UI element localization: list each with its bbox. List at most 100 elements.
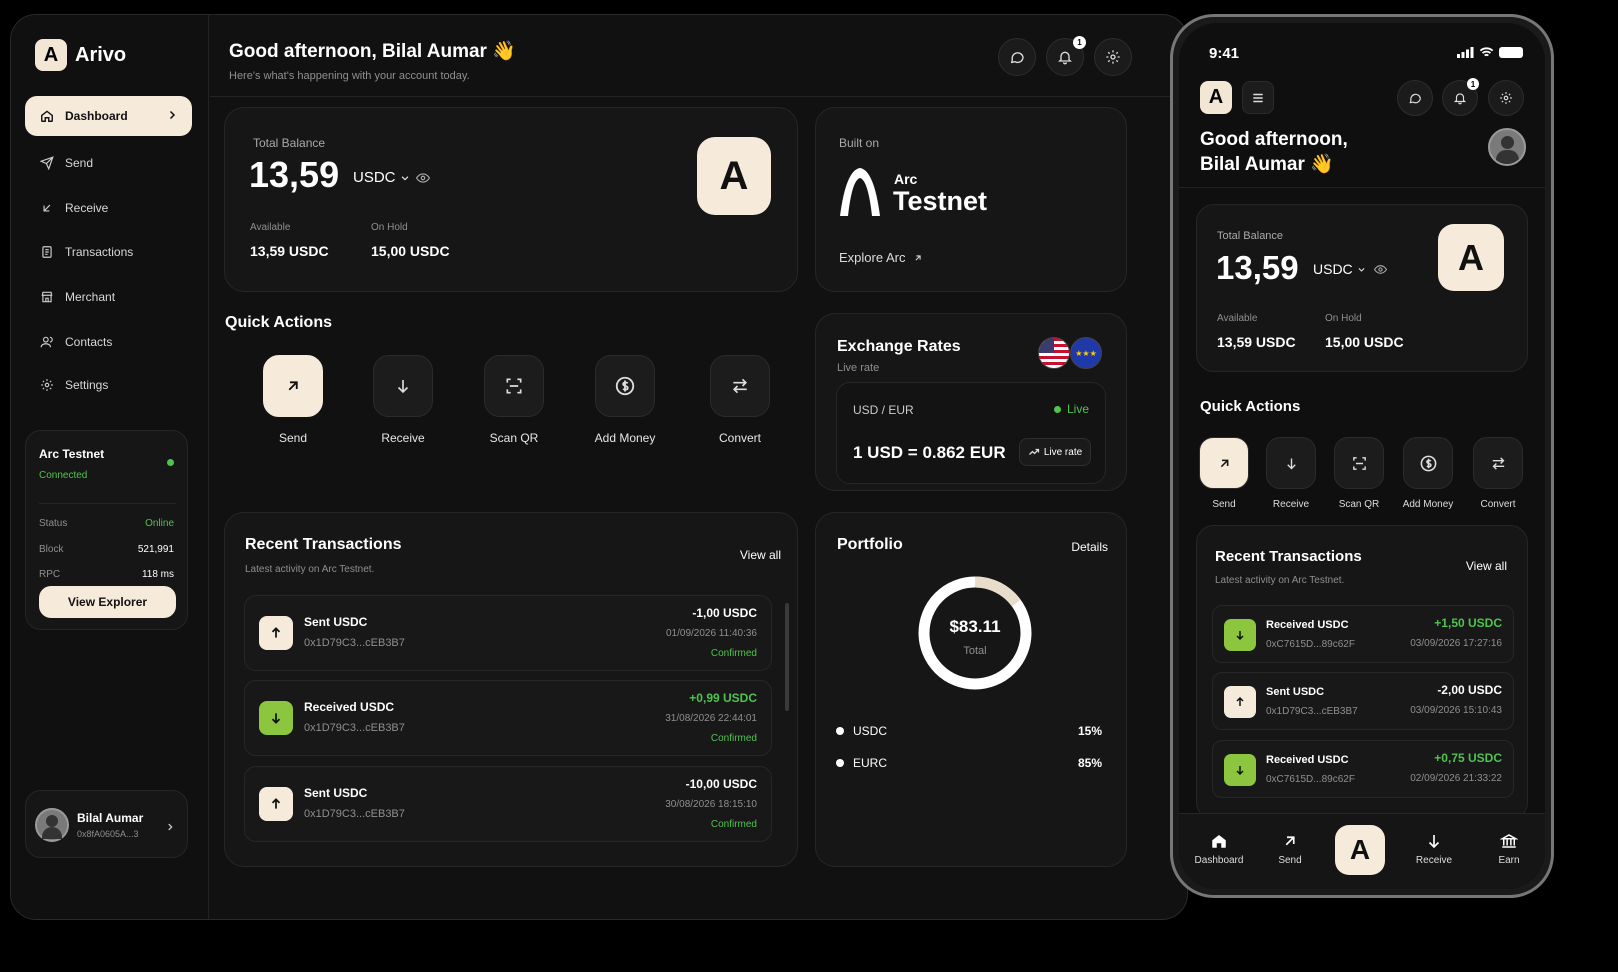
sidebar-item-label: Receive <box>65 201 109 215</box>
tab-receive[interactable]: Receive <box>1399 832 1469 866</box>
status-dot <box>167 459 174 466</box>
tx-sent-icon <box>259 616 293 650</box>
sidebar-item-receive[interactable]: Receive <box>25 188 192 228</box>
greeting-line-1: Good afternoon, <box>1200 129 1348 150</box>
tx-amount: -1,00 USDC <box>692 606 757 620</box>
settings-button[interactable] <box>1094 38 1132 76</box>
exchange-title: Exchange Rates <box>837 338 961 355</box>
quick-action-send[interactable] <box>263 355 323 417</box>
hamburger-menu-icon <box>1253 93 1263 102</box>
quick-action-receive[interactable] <box>1266 437 1316 489</box>
tab-home-logo-button[interactable]: A <box>1335 825 1385 875</box>
quick-action-add-money[interactable] <box>595 355 655 417</box>
mobile-greeting: Good afternoon, Bilal Aumar 👋 <box>1200 127 1348 177</box>
quick-action-convert[interactable] <box>1473 437 1523 489</box>
chevron-down-icon <box>1358 267 1365 272</box>
user-card[interactable]: Bilal Aumar 0x8fA0605A...3 <box>25 790 188 858</box>
portfolio-details-link[interactable]: Details <box>1071 540 1108 554</box>
brand[interactable]: A Arivo <box>35 39 126 71</box>
wifi-icon <box>1479 47 1494 57</box>
tab-earn[interactable]: Earn <box>1474 832 1544 866</box>
tx-address: 0x1D79C3...cEB3B7 <box>304 637 405 649</box>
quick-action-send[interactable] <box>1199 437 1249 489</box>
app-logo-icon: A <box>1438 224 1504 291</box>
currency-selector[interactable]: USDC <box>1313 261 1387 277</box>
us-flag-icon <box>1038 337 1070 369</box>
tx-amount: +1,50 USDC <box>1434 616 1502 630</box>
tab-send[interactable]: Send <box>1255 832 1325 866</box>
avatar-head <box>1501 136 1514 149</box>
transaction-row[interactable]: Received USDC 0xC7615D...89c62F +0,75 US… <box>1212 740 1514 798</box>
greeting: Good afternoon, Bilal Aumar <box>229 41 487 62</box>
tx-title: Sent USDC <box>304 615 368 629</box>
app-logo-icon[interactable]: A <box>1200 81 1232 114</box>
quick-action-convert[interactable] <box>710 355 770 417</box>
settings-button[interactable] <box>1488 80 1524 116</box>
balance-label: Total Balance <box>1217 230 1284 242</box>
onhold-value: 15,00 USDC <box>1325 334 1404 350</box>
legend-label-usdc: USDC <box>853 724 888 738</box>
wave-emoji: 👋 <box>1310 154 1334 175</box>
tab-dashboard[interactable]: Dashboard <box>1184 832 1254 866</box>
quick-action-scan-qr[interactable] <box>484 355 544 417</box>
chat-button[interactable] <box>998 38 1036 76</box>
tx-status: Confirmed <box>710 648 757 659</box>
tab-bar: Dashboard Send A Receive Earn <box>1179 813 1545 889</box>
quick-action-scan-qr[interactable] <box>1334 437 1384 489</box>
legend-dot-eurc <box>836 759 844 767</box>
live-rate-button[interactable]: Live rate <box>1019 438 1091 466</box>
transaction-row[interactable]: Sent USDC 0x1D79C3...cEB3B7 -10,00 USDC … <box>244 766 772 842</box>
gear-icon <box>39 377 55 393</box>
currency-selector[interactable]: USDC <box>353 169 430 186</box>
transaction-row[interactable]: Sent USDC 0x1D79C3...cEB3B7 -2,00 USDC 0… <box>1212 672 1514 730</box>
sidebar-item-settings[interactable]: Settings <box>25 365 192 405</box>
transaction-row[interactable]: Received USDC 0x1D79C3...cEB3B7 +0,99 US… <box>244 680 772 756</box>
onhold-label: On Hold <box>1325 313 1362 324</box>
sidebar-item-label: Merchant <box>65 290 116 304</box>
mobile-balance-card: Total Balance 13,59 USDC Available 13,59… <box>1196 204 1528 372</box>
scrollbar[interactable] <box>785 603 789 711</box>
view-explorer-button[interactable]: View Explorer <box>39 586 176 618</box>
tab-label: Dashboard <box>1194 855 1244 866</box>
sidebar-item-contacts[interactable]: Contacts <box>25 322 192 362</box>
legend-dot-usdc <box>836 727 844 735</box>
live-rate-label: Live rate <box>1043 446 1083 458</box>
network-state: Connected <box>39 470 88 481</box>
sidebar-item-transactions[interactable]: Transactions <box>25 232 192 272</box>
tx-title: Received USDC <box>1266 754 1349 766</box>
dollar-icon <box>1420 455 1436 471</box>
bell-icon <box>1058 51 1072 65</box>
transaction-row[interactable]: Received USDC 0xC7615D...89c62F +1,50 US… <box>1212 605 1514 663</box>
sidebar-item-send[interactable]: Send <box>25 143 192 183</box>
explore-arc-link[interactable]: Explore Arc <box>839 250 923 265</box>
built-on-label: Built on <box>839 136 880 150</box>
tx-address: 0xC7615D...89c62F <box>1266 639 1355 650</box>
eye-icon[interactable] <box>415 171 430 185</box>
portfolio-total: $83.11 <box>949 617 1001 636</box>
dollar-icon <box>615 376 635 396</box>
status-value: Online <box>145 518 174 529</box>
quick-action-label: Scan QR <box>1338 499 1380 510</box>
tx-sent-icon <box>1224 686 1256 718</box>
currency-pair: USD / EUR <box>853 403 914 417</box>
balance-label: Total Balance <box>253 136 326 150</box>
eye-icon[interactable] <box>1373 263 1387 276</box>
menu-button[interactable] <box>1242 81 1274 114</box>
transaction-row[interactable]: Sent USDC 0x1D79C3...cEB3B7 -1,00 USDC 0… <box>244 595 772 671</box>
tx-received-icon <box>1224 619 1256 651</box>
page-subtitle: Here's what's happening with your accoun… <box>229 70 470 82</box>
transactions-title: Recent Transactions <box>245 536 402 553</box>
explore-arc-label: Explore Arc <box>839 250 906 265</box>
avatar[interactable] <box>1488 128 1526 166</box>
sidebar-item-merchant[interactable]: Merchant <box>25 277 192 317</box>
tx-title: Received USDC <box>1266 619 1349 631</box>
quick-action-add-money[interactable] <box>1403 437 1453 489</box>
view-all-link[interactable]: View all <box>1466 559 1507 573</box>
view-all-link[interactable]: View all <box>740 548 781 562</box>
quick-action-receive[interactable] <box>373 355 433 417</box>
sidebar-item-dashboard[interactable]: Dashboard <box>25 96 192 136</box>
bank-icon <box>1499 834 1519 848</box>
bell-icon <box>1453 93 1467 105</box>
avatar-head <box>46 815 58 827</box>
chat-button[interactable] <box>1397 80 1433 116</box>
